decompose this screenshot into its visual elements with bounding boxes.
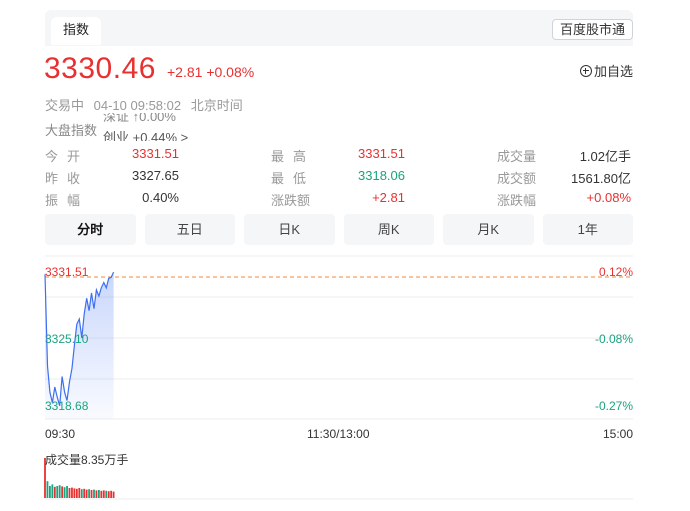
volume-bar bbox=[78, 488, 81, 498]
x-label-close: 15:00 bbox=[602, 427, 633, 441]
volume-bar bbox=[80, 489, 83, 498]
volume-bar bbox=[102, 490, 105, 498]
volume-bar bbox=[71, 487, 73, 498]
volume-bar bbox=[105, 490, 108, 498]
volume-bar bbox=[85, 489, 88, 498]
y-axis-label-right: 0.12% bbox=[599, 265, 633, 279]
volume-bar bbox=[83, 488, 86, 498]
volume-bar bbox=[107, 491, 110, 498]
y-axis-label-left: 3318.68 bbox=[45, 399, 89, 413]
volume-bar bbox=[98, 490, 100, 498]
volume-bar bbox=[58, 485, 61, 498]
volume-bar bbox=[112, 491, 115, 498]
volume-bar bbox=[95, 490, 98, 498]
volume-bar bbox=[49, 486, 51, 498]
y-axis-label-left: 3331.51 bbox=[45, 265, 89, 279]
y-axis-label-right: -0.08% bbox=[595, 332, 633, 346]
volume-bar bbox=[51, 484, 54, 498]
x-label-midday: 11:30/13:00 bbox=[307, 427, 370, 441]
y-axis-label-right: -0.27% bbox=[595, 399, 633, 413]
volume-bar bbox=[61, 486, 64, 498]
volume-bar bbox=[93, 489, 95, 498]
volume-bar bbox=[73, 488, 76, 498]
volume-bar bbox=[63, 487, 66, 498]
axis-labels: 3331.51 3325.10 3318.68 0.12% -0.08% -0.27% bbox=[45, 265, 633, 413]
volume-bar bbox=[53, 486, 56, 498]
y-axis-label-left: 3325.10 bbox=[45, 332, 89, 346]
volume-bar bbox=[100, 490, 103, 498]
volume-bar bbox=[66, 486, 68, 498]
volume-bar bbox=[110, 490, 113, 498]
volume-bar bbox=[56, 486, 59, 498]
volume-bar bbox=[90, 490, 93, 498]
volume-bar bbox=[75, 488, 78, 498]
chart-grid bbox=[45, 255, 633, 500]
volume-bar bbox=[46, 481, 49, 498]
volume-bar bbox=[88, 489, 90, 498]
volume-bar bbox=[68, 488, 71, 498]
volume-label: 成交量8.35万手 bbox=[45, 453, 129, 467]
x-label-open: 09:30 bbox=[45, 427, 76, 441]
